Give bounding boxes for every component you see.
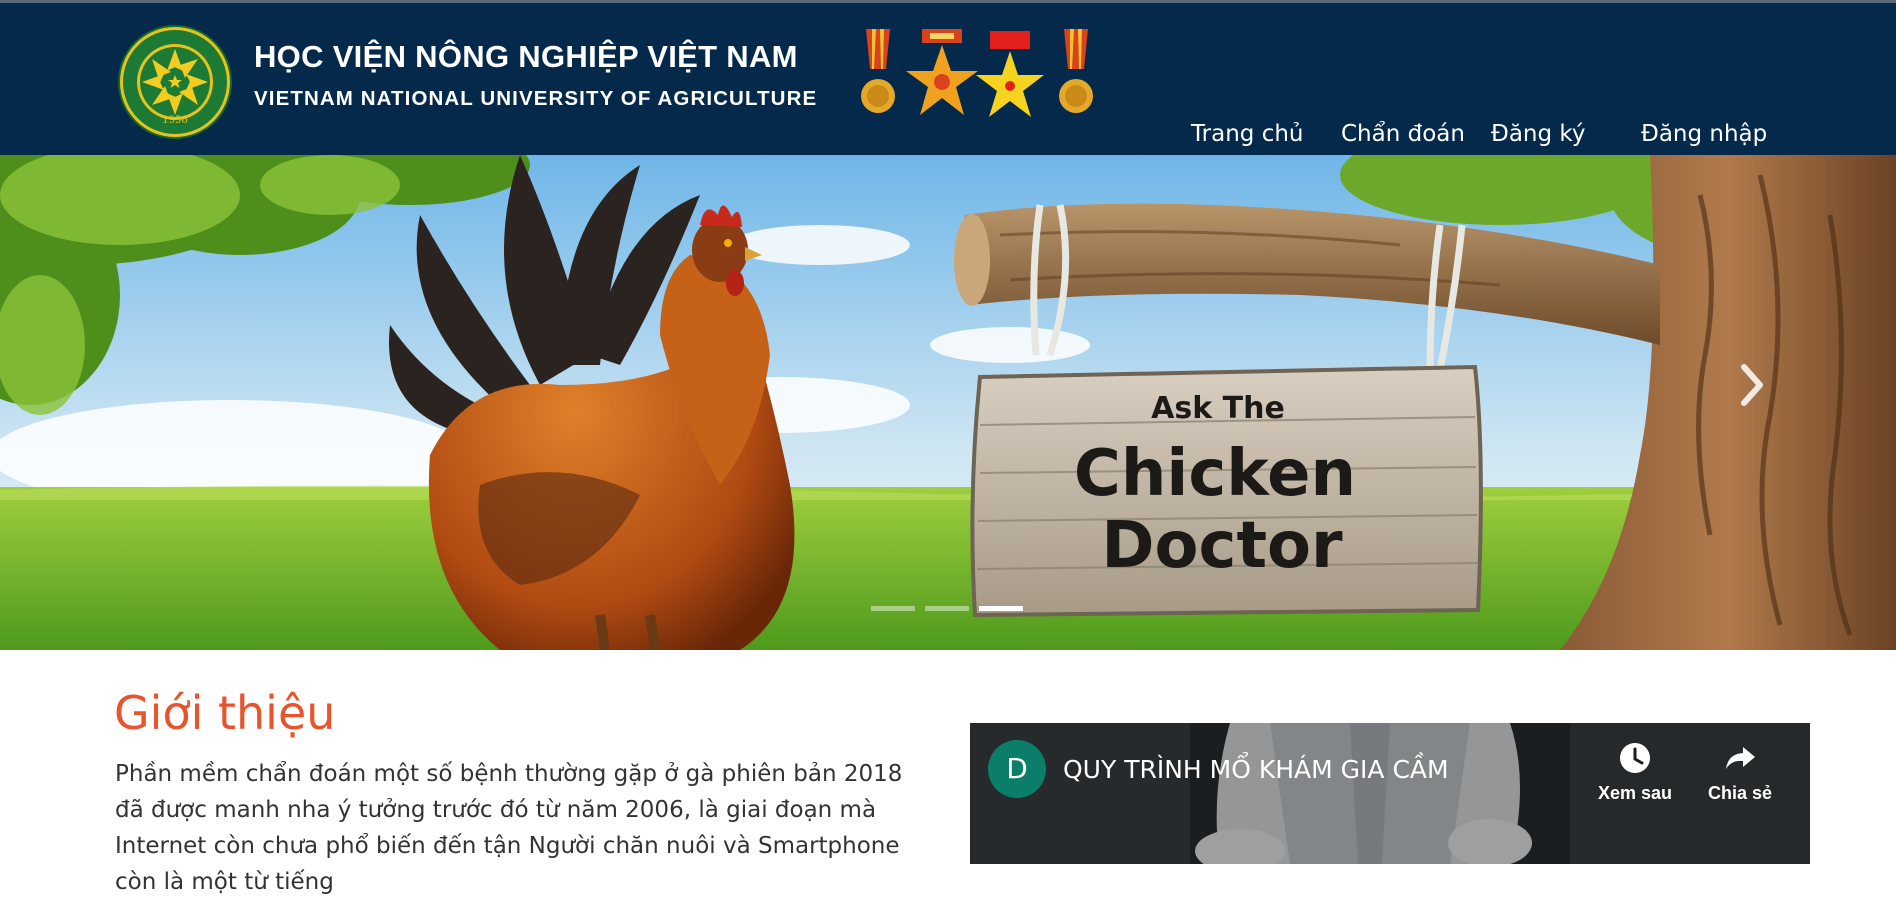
- share-arrow-icon: [1726, 747, 1755, 769]
- carousel-indicator-1[interactable]: [871, 606, 915, 611]
- nav-link-login[interactable]: Đăng nhập: [1641, 121, 1767, 147]
- clock-icon: [1620, 743, 1650, 773]
- university-logo[interactable]: 1956: [116, 23, 234, 141]
- medal-icon: [1059, 29, 1093, 113]
- watch-later-button[interactable]: Xem sau: [1590, 741, 1680, 804]
- share-button[interactable]: Chia sẻ: [1695, 741, 1785, 804]
- site-header: 1956 HỌC VIỆN NÔNG NGHIỆP VIỆT NAM VIETN…: [0, 3, 1896, 155]
- chevron-right-icon[interactable]: [1736, 355, 1772, 415]
- share-label: Chia sẻ: [1707, 783, 1773, 803]
- medal-icon: [861, 29, 895, 113]
- medals-decoration: [861, 29, 1093, 117]
- nav-link-home[interactable]: Trang chủ: [1191, 121, 1304, 147]
- intro-paragraph: Phần mềm chẩn đoán một số bệnh thường gặ…: [115, 761, 903, 895]
- video-thumbnail: [970, 723, 1810, 864]
- site-title-english[interactable]: VIETNAM NATIONAL UNIVERSITY OF AGRICULTU…: [254, 87, 817, 111]
- sign-text-chicken: Chicken: [1074, 437, 1356, 511]
- carousel-indicator-2[interactable]: [925, 606, 969, 611]
- logo-year: 1956: [162, 115, 187, 126]
- site-title-vietnamese[interactable]: HỌC VIỆN NÔNG NGHIỆP VIỆT NAM: [254, 39, 798, 75]
- watch-later-label: Xem sau: [1597, 783, 1673, 803]
- video-title[interactable]: QUY TRÌNH MỔ KHÁM GIA CẦM: [1063, 755, 1449, 784]
- nav-link-diagnosis[interactable]: Chẩn đoán: [1341, 121, 1465, 147]
- hero-slide-image: Ask The Chicken Doctor: [0, 155, 1896, 650]
- carousel-indicator-3-active[interactable]: [979, 606, 1023, 611]
- medal-icon: [976, 31, 1044, 117]
- embedded-video-player[interactable]: D QUY TRÌNH MỔ KHÁM GIA CẦM Xem sau Chia…: [970, 723, 1810, 864]
- sign-text-ask-the: Ask The: [1151, 391, 1285, 426]
- sign-text-doctor: Doctor: [1101, 509, 1343, 583]
- nav-link-register[interactable]: Đăng ký: [1491, 121, 1586, 147]
- intro-title: Giới thiệu: [114, 686, 336, 740]
- medal-icon: [906, 29, 978, 115]
- hero-carousel[interactable]: Ask The Chicken Doctor: [0, 155, 1896, 650]
- channel-avatar[interactable]: D: [988, 740, 1046, 798]
